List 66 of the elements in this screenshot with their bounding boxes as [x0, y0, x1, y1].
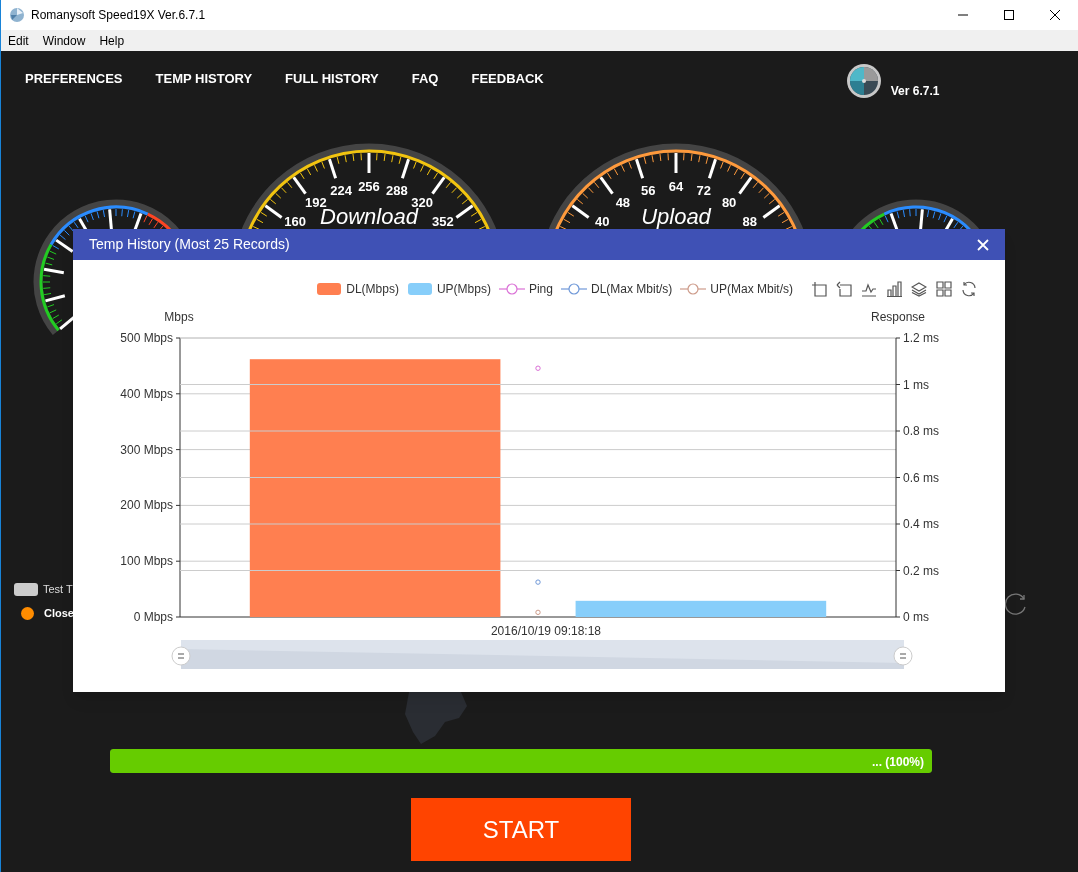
nav-link[interactable]: FEEDBACK — [471, 68, 544, 89]
gauge-scale-label: 40 — [594, 214, 610, 230]
axis-label: 100 Mbps — [120, 554, 173, 569]
legend-item[interactable]: DL(Max Mbit/s) — [561, 280, 673, 298]
progress-text: ... (100%) — [871, 754, 924, 771]
menu-item[interactable]: Edit — [1, 31, 36, 50]
option-label: Test T — [43, 582, 73, 597]
nav-link[interactable]: TEMP HISTORY — [155, 68, 253, 89]
axis-label: 2016/10/19 09:18:18 — [490, 624, 602, 638]
axis-title: Mbps — [164, 310, 194, 324]
axis-label: 0.6 ms — [903, 470, 939, 485]
axis-label: 0.2 ms — [903, 563, 939, 578]
gauge-scale-label: 256 — [358, 179, 380, 194]
menu-item[interactable]: Window — [35, 31, 93, 50]
menu-item[interactable]: Help — [92, 31, 132, 50]
data-point — [535, 609, 541, 616]
axis-label: 1 ms — [903, 377, 929, 392]
axis-label: 0.4 ms — [903, 517, 939, 531]
gauge-title: Upload — [641, 204, 711, 229]
data-point — [535, 579, 541, 585]
axis-label: 400 Mbps — [120, 386, 173, 401]
data-point — [535, 365, 541, 371]
layers-icon[interactable] — [911, 281, 927, 297]
nav-link[interactable]: FAQ — [411, 68, 439, 89]
app-icon — [9, 7, 25, 23]
legend-item[interactable]: DL(Mbps) — [316, 280, 399, 298]
axis-label: 0 Mbps — [133, 610, 173, 624]
bar-chart-icon[interactable] — [886, 281, 902, 297]
dialog-title: Temp History (Most 25 Records) — [89, 235, 290, 254]
radar-logo-icon — [845, 62, 882, 99]
gauge-scale-label: 224 — [330, 183, 353, 199]
axis-title: Response — [871, 310, 925, 324]
axis-label: 500 Mbps — [120, 331, 173, 345]
line-chart-icon[interactable] — [861, 281, 877, 297]
grid-icon[interactable] — [936, 281, 952, 297]
nav-link[interactable]: FULL HISTORY — [285, 68, 379, 89]
axis-label: 0.8 ms — [903, 424, 939, 438]
gauge-scale-label: 80 — [721, 195, 737, 211]
legend-item[interactable]: Ping — [498, 280, 553, 298]
close-icon[interactable] — [1050, 10, 1060, 20]
radio-button[interactable] — [21, 606, 34, 620]
refresh-icon[interactable] — [961, 281, 977, 297]
legend-item[interactable]: UP(Mbps) — [406, 280, 491, 298]
axis-label: 0 ms — [903, 610, 929, 624]
gauge-scale-label: 160 — [284, 214, 306, 230]
axis-label: 200 Mbps — [120, 498, 173, 513]
option-label: Close — [44, 606, 74, 621]
back-icon[interactable] — [836, 281, 852, 297]
maximize-icon[interactable] — [1004, 10, 1014, 20]
slider-handle[interactable] — [893, 646, 913, 666]
legend-item[interactable]: UP(Max Mbit/s) — [680, 280, 793, 298]
axis-label: 1.2 ms — [903, 331, 939, 345]
gauge-scale-label: 72 — [696, 183, 711, 199]
gauge-scale-label: 48 — [615, 195, 631, 211]
gauge-scale-label: 64 — [668, 179, 684, 194]
window-title: Romanysoft Speed19X Ver.6.7.1 — [31, 7, 206, 24]
slider-handle[interactable] — [171, 646, 191, 666]
nav-link[interactable]: PREFERENCES — [25, 68, 123, 89]
version-label: Ver 6.7.1 — [890, 82, 940, 100]
gauge-scale-label: 88 — [742, 214, 758, 230]
gauge-scale-label: 288 — [385, 183, 408, 199]
axis-label: 300 Mbps — [120, 442, 173, 457]
gauge-scale-label: 56 — [641, 183, 656, 199]
gauge-scale-label: 352 — [432, 214, 454, 230]
crop-icon[interactable] — [811, 281, 827, 297]
toggle-switch[interactable] — [14, 582, 38, 596]
